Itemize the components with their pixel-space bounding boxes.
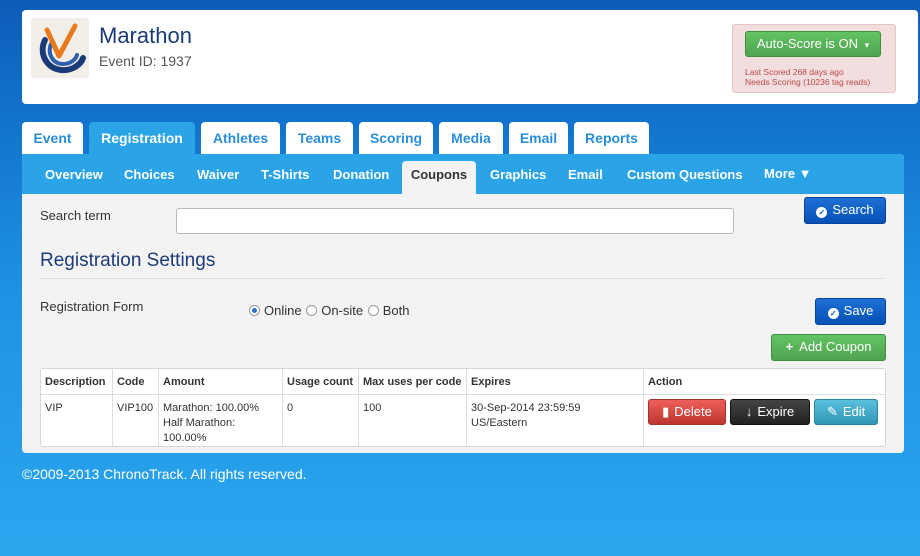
col-amount: Amount xyxy=(159,369,283,395)
col-action: Action xyxy=(644,369,885,395)
expire-button[interactable]: ↓ Expire xyxy=(730,399,811,425)
col-code: Code xyxy=(113,369,159,395)
table-row: VIP VIP100 Marathon: 100.00% Half Marath… xyxy=(41,395,885,446)
col-usage-count: Usage count xyxy=(283,369,359,395)
table-header-row: Description Code Amount Usage count Max … xyxy=(41,369,885,395)
edit-label: Edit xyxy=(842,404,866,419)
cell-action: ▮ Delete ↓ Expire ✎ Edit xyxy=(644,395,885,446)
check-circle-icon: ✓ xyxy=(827,308,839,319)
add-coupon-button[interactable]: + Add Coupon xyxy=(771,334,886,361)
cell-usage-count: 0 xyxy=(283,395,359,446)
cell-code: VIP100 xyxy=(113,395,159,446)
pencil-icon: ✎ xyxy=(826,404,838,419)
subtab-graphics[interactable]: Graphics xyxy=(490,161,546,194)
search-button-label: Search xyxy=(832,202,874,217)
cell-amount: Marathon: 100.00% Half Marathon: 100.00% xyxy=(159,395,283,446)
subtab-more-dropdown[interactable]: More ▼ xyxy=(764,160,812,193)
footer-copyright: ©2009-2013 ChronoTrack. All rights reser… xyxy=(22,466,307,482)
col-max-uses: Max uses per code xyxy=(359,369,467,395)
radio-onsite[interactable] xyxy=(306,305,318,316)
tab-reports[interactable]: Reports xyxy=(574,122,649,155)
save-button[interactable]: ✓ Save xyxy=(815,298,886,325)
add-coupon-label: Add Coupon xyxy=(799,339,872,354)
chronotrack-logo-icon xyxy=(31,18,89,78)
tab-scoring[interactable]: Scoring xyxy=(359,122,433,155)
subtab-custom-questions[interactable]: Custom Questions xyxy=(627,161,743,194)
event-title: Marathon xyxy=(99,23,192,48)
arrow-down-icon: ↓ xyxy=(745,404,753,419)
subtab-donation[interactable]: Donation xyxy=(333,161,389,194)
edit-button[interactable]: ✎ Edit xyxy=(814,399,879,425)
search-input[interactable] xyxy=(176,208,734,234)
tab-email[interactable]: Email xyxy=(509,122,568,155)
col-description: Description xyxy=(41,369,113,395)
subtab-choices[interactable]: Choices xyxy=(124,161,175,194)
registration-form-label: Registration Form xyxy=(40,299,144,314)
event-header: Marathon Event ID: 1937 Auto-Score is ON… xyxy=(22,10,918,104)
registration-form-options: Online On-site Both xyxy=(249,303,410,318)
cell-max-uses: 100 xyxy=(359,395,467,446)
delete-button[interactable]: ▮ Delete xyxy=(648,399,726,425)
save-button-label: Save xyxy=(843,303,874,318)
plus-icon: + xyxy=(785,339,794,354)
content-panel: Overview Choices Waiver T-Shirts Donatio… xyxy=(22,154,904,453)
caret-down-icon: ▾ xyxy=(864,40,870,50)
autoscore-label: Auto-Score is ON xyxy=(756,36,858,51)
cell-expires: 30-Sep-2014 23:59:59 US/Eastern xyxy=(467,395,644,446)
needs-scoring-text: Needs Scoring (10236 tag reads) xyxy=(745,77,871,87)
subtab-tshirts[interactable]: T-Shirts xyxy=(261,161,309,194)
subtab-waiver[interactable]: Waiver xyxy=(197,161,239,194)
tab-event[interactable]: Event xyxy=(22,122,83,155)
section-title: Registration Settings xyxy=(40,250,216,271)
cell-description: VIP xyxy=(41,395,113,446)
radio-both[interactable] xyxy=(367,305,379,316)
search-button[interactable]: ✓ Search xyxy=(804,197,886,224)
trash-icon: ▮ xyxy=(662,404,670,419)
tab-athletes[interactable]: Athletes xyxy=(201,122,280,155)
radio-online[interactable] xyxy=(249,305,260,316)
col-expires: Expires xyxy=(467,369,644,395)
check-circle-icon: ✓ xyxy=(816,207,828,218)
amount-line: Marathon: 100.00% xyxy=(163,402,260,414)
section-divider xyxy=(40,278,885,279)
radio-online-label: Online xyxy=(264,303,302,318)
delete-label: Delete xyxy=(674,404,712,419)
sub-tabs: Overview Choices Waiver T-Shirts Donatio… xyxy=(22,154,904,194)
tab-media[interactable]: Media xyxy=(439,122,503,155)
search-term-label: Search term xyxy=(40,208,111,223)
autoscore-toggle-button[interactable]: Auto-Score is ON ▾ xyxy=(745,31,881,57)
radio-onsite-label: On-site xyxy=(321,303,364,318)
radio-both-label: Both xyxy=(382,303,410,318)
subtab-overview[interactable]: Overview xyxy=(45,161,103,194)
amount-line: Half Marathon: 100.00% xyxy=(163,417,236,444)
subtab-email[interactable]: Email xyxy=(568,161,603,194)
tab-teams[interactable]: Teams xyxy=(286,122,353,155)
last-scored-text: Last Scored 268 days ago xyxy=(745,67,844,77)
subtab-coupons[interactable]: Coupons xyxy=(402,161,476,194)
autoscore-panel: Auto-Score is ON ▾ Last Scored 268 days … xyxy=(732,24,896,93)
coupons-table: Description Code Amount Usage count Max … xyxy=(40,368,886,447)
tab-registration[interactable]: Registration xyxy=(89,122,195,155)
expire-label: Expire xyxy=(757,404,795,419)
event-id: Event ID: 1937 xyxy=(99,53,192,69)
